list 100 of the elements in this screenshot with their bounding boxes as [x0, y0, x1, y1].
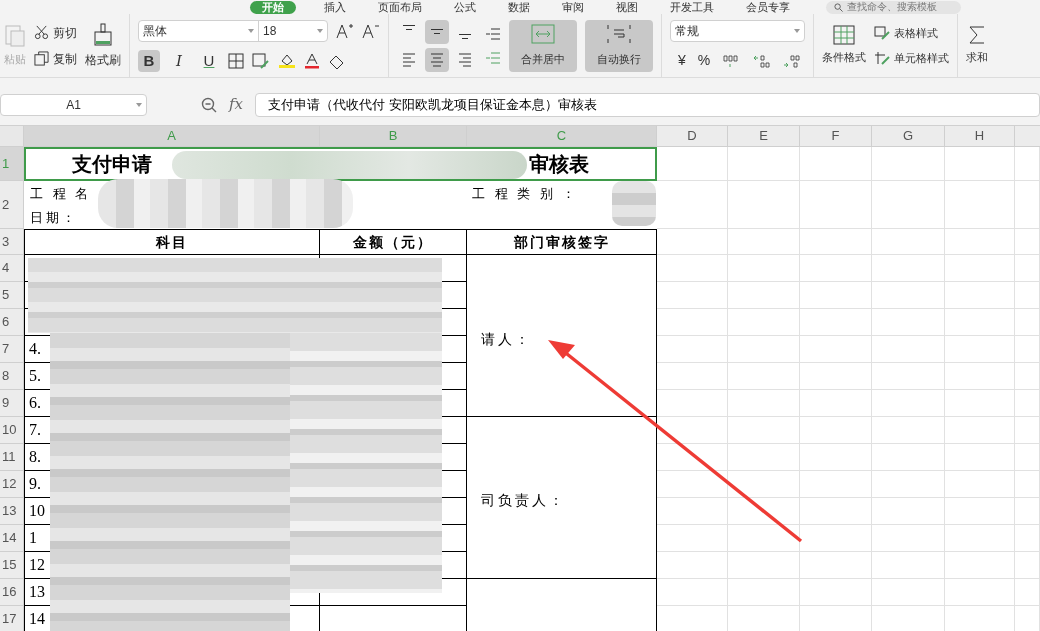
sheet-cell[interactable] — [728, 363, 800, 390]
sheet-cell[interactable] — [800, 309, 872, 336]
italic-button[interactable]: I — [168, 49, 190, 72]
font-name-dropdown[interactable]: 黑体 — [139, 20, 259, 41]
format-painter-button[interactable]: 格式刷 — [85, 22, 121, 69]
sheet-cell[interactable] — [800, 471, 872, 498]
selected-cell[interactable]: 支付申请 审核表 — [24, 147, 657, 181]
sheet-cell[interactable] — [872, 336, 945, 363]
sheet-cell[interactable] — [1015, 181, 1040, 229]
sheet-cell[interactable] — [945, 579, 1015, 606]
sheet-cell[interactable] — [872, 255, 945, 282]
caret-icon[interactable] — [794, 29, 800, 33]
sheet-cell[interactable] — [728, 229, 800, 255]
column-header[interactable]: F — [800, 126, 872, 147]
copy-icon[interactable] — [34, 51, 49, 66]
menu-tab[interactable]: 数据 — [504, 0, 534, 14]
sheet-cell[interactable] — [728, 282, 800, 309]
row-header[interactable]: 14 — [0, 525, 24, 552]
sheet-cell[interactable] — [872, 181, 945, 229]
sheet-cell[interactable] — [872, 282, 945, 309]
cut-button[interactable]: 剪切 — [34, 23, 77, 42]
sheet-cell[interactable] — [1015, 309, 1040, 336]
underline-button[interactable]: U — [198, 49, 220, 72]
name-box[interactable]: A1 — [0, 93, 147, 116]
sheet-cell[interactable] — [872, 579, 945, 606]
row-header[interactable]: 7 — [0, 336, 24, 363]
sheet-cell[interactable] — [1015, 255, 1040, 282]
sheet-cell[interactable] — [728, 255, 800, 282]
sheet-cell[interactable] — [800, 525, 872, 552]
sheet-cell[interactable] — [945, 498, 1015, 525]
font-grow-icon[interactable] — [336, 22, 354, 39]
sheet-cell[interactable] — [945, 282, 1015, 309]
sheet-cell[interactable] — [1015, 525, 1040, 552]
column-header[interactable]: E — [728, 126, 800, 147]
sheet-cell[interactable] — [945, 417, 1015, 444]
sheet-cell[interactable] — [872, 390, 945, 417]
sheet-cell[interactable] — [945, 255, 1015, 282]
conditional-format-button[interactable]: 条件格式 — [822, 25, 866, 66]
sheet-cell[interactable] — [1015, 229, 1040, 255]
sheet-cell[interactable] — [728, 309, 800, 336]
row-header[interactable]: 9 — [0, 390, 24, 417]
row-header[interactable]: 3 — [0, 229, 24, 255]
sheet-cell[interactable] — [728, 390, 800, 417]
sheet-cell[interactable] — [945, 309, 1015, 336]
decrease-decimal-icon[interactable] — [782, 53, 801, 68]
clipboard-icon[interactable] — [5, 23, 25, 48]
sheet-cell[interactable] — [1015, 282, 1040, 309]
sheet-cell[interactable] — [800, 229, 872, 255]
align-middle-button[interactable] — [425, 19, 449, 44]
font-color-icon[interactable] — [304, 52, 320, 69]
formula-field[interactable]: 支付申请（代收代付 安阳欧凯龙项目保证金本息）审核表 — [255, 92, 1040, 117]
sheet-cell[interactable] — [800, 552, 872, 579]
menu-tab[interactable]: 插入 — [320, 0, 350, 14]
menu-tab[interactable]: 公式 — [450, 0, 480, 14]
sheet-cell[interactable] — [728, 336, 800, 363]
sheet-cell[interactable] — [728, 579, 800, 606]
increase-decimal-icon[interactable] — [752, 53, 771, 68]
sheet-cell[interactable] — [728, 181, 800, 229]
font-shrink-icon[interactable] — [362, 22, 380, 39]
sheet-cell[interactable] — [1015, 444, 1040, 471]
sheet-cell[interactable] — [945, 471, 1015, 498]
menu-tab[interactable]: 页面布局 — [374, 0, 426, 14]
menu-tab[interactable]: 会员专享 — [742, 0, 794, 14]
sheet-cell[interactable] — [1015, 579, 1040, 606]
sheet-cell[interactable] — [800, 255, 872, 282]
menu-tab[interactable]: 开发工具 — [666, 0, 718, 14]
sheet-cell[interactable] — [945, 181, 1015, 229]
sheet-cell[interactable] — [1015, 471, 1040, 498]
row-header[interactable]: 10 — [0, 417, 24, 444]
sheet-cell[interactable] — [872, 498, 945, 525]
sheet-cell[interactable] — [800, 282, 872, 309]
copy-button[interactable]: 复制 — [34, 49, 77, 68]
scissors-icon[interactable] — [34, 25, 49, 40]
cell-border-pen-icon[interactable] — [252, 52, 270, 69]
sheet-cell[interactable] — [800, 498, 872, 525]
row-header[interactable]: 8 — [0, 363, 24, 390]
zoom-icon[interactable] — [201, 96, 217, 113]
caret-icon[interactable] — [317, 28, 323, 33]
thousands-icon[interactable] — [722, 53, 741, 68]
sheet-cell[interactable] — [872, 363, 945, 390]
sheet-cell[interactable] — [872, 525, 945, 552]
cell-style-button[interactable]: 单元格样式 — [874, 49, 949, 66]
sheet-cell[interactable] — [872, 444, 945, 471]
sheet-cell[interactable] — [728, 552, 800, 579]
indent-icon[interactable] — [485, 25, 501, 42]
select-all-corner[interactable] — [0, 126, 24, 147]
percent-button[interactable]: % — [697, 50, 711, 71]
sum-button[interactable]: 求和 — [966, 25, 988, 66]
menu-tab[interactable]: 视图 — [612, 0, 642, 14]
sheet-cell[interactable] — [728, 525, 800, 552]
sheet-cell[interactable] — [1015, 498, 1040, 525]
sheet-cell[interactable] — [872, 552, 945, 579]
sheet-cell[interactable] — [800, 336, 872, 363]
sheet-cell[interactable] — [1015, 417, 1040, 444]
borders-icon[interactable] — [228, 52, 244, 69]
row-header[interactable]: 13 — [0, 498, 24, 525]
sheet-cell[interactable] — [945, 444, 1015, 471]
sheet-cell[interactable] — [872, 229, 945, 255]
brush-icon[interactable] — [94, 22, 112, 47]
sheet-cell[interactable] — [728, 444, 800, 471]
